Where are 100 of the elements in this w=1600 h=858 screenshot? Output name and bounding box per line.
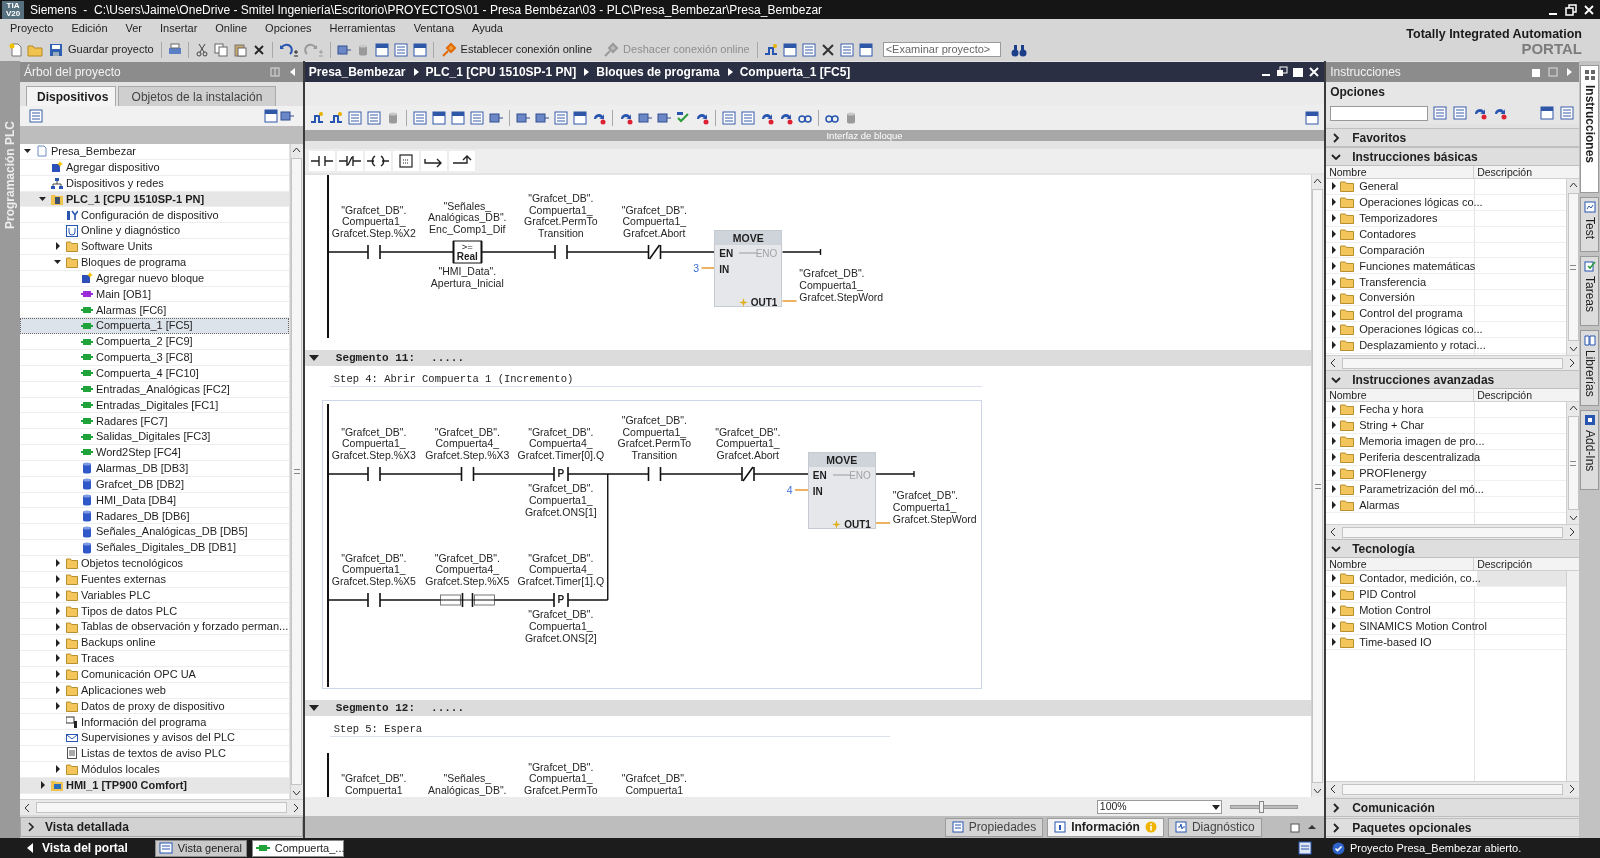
list-icon[interactable] — [1432, 105, 1449, 121]
tab[interactable]: Vista general — [154, 839, 247, 857]
close-icon[interactable] — [1308, 66, 1321, 78]
edge-contact-symbol[interactable] — [553, 592, 569, 608]
block-icon[interactable] — [278, 108, 295, 124]
menu-item[interactable]: Herramientas — [323, 19, 402, 38]
instruction-item[interactable]: Operaciones lógicas co... — [1326, 322, 1566, 338]
breadcrumb-item[interactable]: Compuerta_1 [FC5] — [739, 63, 851, 81]
undo-icon[interactable] — [277, 41, 300, 58]
close-icon[interactable] — [1582, 2, 1596, 17]
tab[interactable]: Propiedades — [944, 817, 1044, 837]
breadcrumb-item[interactable]: Bloques de programa — [596, 63, 720, 81]
contact-symbol[interactable] — [554, 244, 568, 260]
instruction-item[interactable]: Comparación — [1326, 242, 1566, 259]
network-icon[interactable] — [308, 109, 325, 126]
contact-icon[interactable] — [308, 151, 335, 171]
menu-item[interactable]: Insertar — [154, 19, 204, 38]
side-tab[interactable]: Librerías — [1580, 330, 1599, 406]
scissors-icon[interactable] — [193, 41, 210, 58]
instruction-item[interactable]: Control del programa — [1326, 306, 1566, 322]
scrollbar[interactable] — [1566, 179, 1579, 355]
search-field[interactable] — [1330, 105, 1429, 121]
instruction-item[interactable]: Memoria imagen de pro... — [1326, 433, 1566, 450]
tree-item[interactable]: Word2Step [FC4] — [20, 445, 289, 461]
column-header[interactable]: Nombre — [1326, 558, 1475, 570]
instruction-item[interactable]: Desplazamiento y rotaci... — [1326, 337, 1566, 354]
menu-item[interactable]: Proyecto — [4, 19, 60, 38]
instruction-item[interactable]: Conversión — [1326, 290, 1566, 307]
network-icon[interactable] — [327, 109, 344, 126]
instruction-item[interactable]: Alarmas — [1326, 497, 1566, 514]
window-icon[interactable] — [571, 109, 588, 126]
tree-item[interactable]: Presa_Bembezar — [20, 144, 289, 160]
tab[interactable]: Información — [1047, 817, 1164, 837]
tree-item[interactable]: Supervisiones y avisos del PLC — [20, 730, 289, 747]
tree-item[interactable]: Listas de textos de aviso PLC — [20, 746, 289, 762]
instruction-box[interactable]: MOVE EN ENO IN OUT1 — [714, 230, 783, 307]
section-header[interactable]: Tecnología — [1326, 539, 1579, 558]
instruction-item[interactable]: Temporizadores — [1326, 210, 1566, 227]
menu-item[interactable]: Ayuda — [466, 19, 509, 38]
tree-item[interactable]: Salidas_Digitales [FC3] — [20, 429, 289, 446]
instruction-item[interactable]: General — [1326, 179, 1566, 195]
window-icon[interactable] — [1539, 105, 1555, 121]
window-icon[interactable] — [1304, 109, 1321, 126]
side-tab[interactable]: Tareas — [1580, 256, 1599, 326]
segment-comment[interactable]: Step 4: Abrir Compuerta 1 (Incremento) — [329, 371, 982, 387]
list-icon[interactable] — [1452, 105, 1469, 121]
zoom-select[interactable]: 100% — [1096, 799, 1222, 814]
breadcrumb-item[interactable]: Presa_Bembezar — [308, 63, 406, 81]
contact-symbol[interactable] — [367, 466, 381, 482]
column-header[interactable]: Nombre — [1326, 389, 1475, 401]
instruction-item[interactable]: Parametrización del mó... — [1326, 481, 1566, 498]
tab[interactable]: Diagnóstico — [1167, 817, 1262, 837]
instruction-item[interactable]: Motion Control — [1326, 602, 1566, 619]
tree-item[interactable]: Radares_DB [DB6] — [20, 508, 289, 525]
instruction-box[interactable]: MOVE EN ENO IN OUT1 — [807, 452, 876, 529]
close-branch-icon[interactable] — [448, 151, 475, 171]
paste-icon[interactable] — [231, 41, 248, 58]
tree-item[interactable]: Software Units — [20, 239, 289, 255]
segment-header[interactable]: Segmento 11: ..... — [304, 350, 1311, 366]
contact-symbol[interactable] — [460, 466, 475, 482]
copy-icon[interactable] — [212, 41, 229, 58]
instruction-item[interactable]: String + Char — [1326, 417, 1566, 434]
contact-symbol[interactable] — [367, 244, 381, 260]
tree-item[interactable]: Configuración de dispositivo — [20, 207, 289, 224]
section-header[interactable]: Instrucciones avanzadas — [1326, 370, 1579, 389]
instruction-item[interactable]: Contadores — [1326, 226, 1566, 243]
tab[interactable]: Dispositivos — [26, 86, 116, 106]
tree-item[interactable]: Información del programa — [20, 714, 289, 731]
window-icon[interactable] — [373, 41, 390, 58]
instruction-item[interactable]: PROFIenergy — [1326, 465, 1566, 482]
menu-item[interactable]: Opciones — [259, 19, 318, 38]
tree-item[interactable]: Compuerta_2 [FC9] — [20, 334, 289, 350]
collapse-triangle-icon[interactable] — [307, 703, 320, 713]
section-header[interactable]: Comunicación — [1326, 798, 1579, 817]
side-tab[interactable]: Test — [1580, 197, 1599, 252]
comparator-symbol[interactable] — [452, 240, 483, 264]
tree-item[interactable]: Tablas de observación y forzado perman... — [20, 619, 289, 636]
tree-item[interactable]: Backups online — [20, 635, 289, 651]
tab[interactable]: Objetos de la instalación — [118, 86, 276, 106]
column-header[interactable]: Descripción — [1474, 389, 1533, 401]
save-button[interactable]: Guardar proyecto — [46, 41, 156, 58]
tree-item[interactable]: Online y diagnóstico — [20, 223, 289, 240]
section-header[interactable]: Paquetes opcionales — [1326, 818, 1579, 837]
window-icon[interactable] — [430, 109, 447, 126]
side-tab[interactable]: Instrucciones — [1580, 65, 1599, 193]
menu-item[interactable]: Edición — [65, 19, 114, 38]
menu-item[interactable]: Ventana — [407, 19, 460, 38]
window-icon[interactable] — [449, 109, 466, 126]
section-header[interactable]: Favoritos — [1326, 128, 1579, 147]
panel-title[interactable]: Vista detallada — [45, 818, 129, 836]
restore-icon[interactable] — [1276, 66, 1289, 78]
section-header[interactable]: Instrucciones básicas — [1326, 147, 1579, 166]
segment-header[interactable]: Segmento 12: ..... — [304, 700, 1311, 716]
menu-item[interactable]: Online — [209, 19, 254, 38]
instruction-item[interactable]: SINAMICS Motion Control — [1326, 618, 1566, 635]
tree-item[interactable]: Tipos de datos PLC — [20, 603, 289, 620]
scrollbar[interactable] — [1326, 355, 1579, 370]
scrollbar[interactable] — [1326, 781, 1579, 796]
normally-closed-contact-symbol[interactable] — [741, 466, 755, 482]
instruction-item[interactable]: Fecha y hora — [1326, 402, 1566, 418]
